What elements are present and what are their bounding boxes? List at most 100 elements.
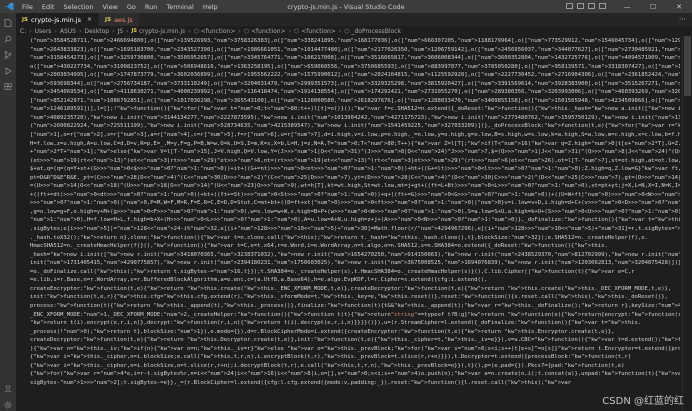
function-icon: ⬡: [294, 27, 300, 35]
code-line[interactable]: createDecryptor:"kw">function(t,e){"kw">…: [30, 336, 680, 345]
code-line[interactable]: "num">2643833823],o(["num">1695183700,"n…: [30, 46, 680, 55]
code-line[interactable]: process:"kw">function(t){"kw">return "kw…: [30, 302, 680, 311]
code-line[interactable]: +"num">2*T+"num">1];"kw">else{"kw">var V…: [30, 148, 680, 157]
code-line[interactable]: "kw">return t(i).encrypt(e,r,i,n)},decry…: [30, 319, 680, 328]
tab-aes[interactable]: JS aes.js: [99, 13, 140, 26]
extensions-icon[interactable]: [4, 83, 12, 91]
maximize-button[interactable]: ☐: [640, 0, 666, 13]
manage-gear-icon[interactable]: [4, 401, 12, 409]
tab-label: aes.js: [114, 15, 133, 24]
chevron-right-icon: ›: [238, 27, 241, 35]
code-line[interactable]: H=f.low,z=u.high,A=u.low,C=d,D=v,R=p,E=_…: [30, 140, 680, 149]
source-control-icon[interactable]: [4, 51, 12, 59]
account-icon[interactable]: [4, 385, 12, 393]
tab-label: crypto-js.min.js: [31, 15, 82, 24]
activity-bar: [0, 13, 16, 411]
run-debug-icon[interactable]: [4, 67, 12, 75]
breadcrumb-item[interactable]: <function>: [301, 28, 336, 35]
explorer-icon[interactable]: [4, 19, 12, 27]
editor-actions: ⋯: [679, 15, 686, 23]
code-line[interactable]: "num">3454069534],o(["num">4118630271,"n…: [30, 88, 680, 97]
vertical-scrollbar[interactable]: [682, 36, 692, 411]
code-line[interactable]: "num">3158454273],o(["num">3259730800,"n…: [30, 54, 680, 63]
javascript-file-icon: JS: [105, 16, 112, 23]
code-line[interactable]: =(U>>>"num">14|O<<"num">18)^(U>>>"num">1…: [30, 182, 680, 191]
breadcrumb-item[interactable]: crypto-js.min.js: [139, 28, 185, 35]
minimize-button[interactable]: —: [614, 0, 640, 13]
javascript-file-icon: JS: [131, 28, 137, 34]
editor-tab-bar: JS crypto-js.min.js × JS aes.js ⋯: [16, 13, 692, 26]
chevron-right-icon: ›: [29, 27, 32, 35]
chevron-right-icon: ›: [78, 27, 82, 35]
breadcrumb-item[interactable]: Desktop: [84, 28, 109, 35]
close-window-button[interactable]: ✕: [666, 0, 692, 13]
code-line[interactable]: {"kw">for("kw">var r="num">4*e,i=r-t.sig…: [30, 370, 680, 379]
breadcrumb-item[interactable]: JS: [118, 28, 124, 35]
code-line[interactable]: (et>>>"num">19|rt<<"num">13)^(et<<"num">…: [30, 157, 680, 166]
code-line[interactable]: createEncryptor:"kw">function(t,e){"kw">…: [30, 285, 680, 294]
chevron-right-icon: ›: [54, 27, 57, 35]
code-line[interactable]: _process(!"num">0);"kw">return t},blockS…: [30, 328, 680, 337]
code-line[interactable]: init:"kw">function(t,e,r){"kw">this.cfg=…: [30, 293, 680, 302]
code-line[interactable]: +((ft+=dt)>>>"num">0<dt>>>"num">0?"num">…: [30, 191, 680, 200]
code-line[interactable]: ){"kw">var n="kw">this._iv;"kw">if(n){"k…: [30, 345, 680, 354]
code-line[interactable]: ["num">852142971,"num">1086792851],o(["n…: [30, 97, 680, 106]
code-line[interactable]: ["num">1],o=r["num">2],s=r["num">3],a=r[…: [30, 131, 680, 140]
code-line[interactable]: .sigBytes;e[i>>>"num">5]|="num">128<<"nu…: [30, 225, 680, 234]
toggle-sidebar-icon[interactable]: [566, 3, 573, 9]
toggle-panel-icon[interactable]: [577, 3, 584, 9]
watermark: CSDN @红蓝的红: [602, 396, 684, 407]
code-line[interactable]: o(["num">430227734,"num">3100823752],o([…: [30, 63, 680, 72]
scrollbar-thumb[interactable]: [684, 36, 691, 96]
code-line[interactable]: =o._doFinalize.call("kw">this);"kw">retu…: [30, 268, 680, 277]
breadcrumb-item[interactable]: <function>: [251, 28, 286, 35]
code-content[interactable]: ("num">3584528711,"num">2466694800],o(["…: [30, 37, 680, 387]
method-icon: ⬡: [344, 27, 350, 35]
code-line[interactable]: _hash="kw">new i.init(["kw">new r.init("…: [30, 251, 680, 260]
breadcrumb-item[interactable]: C:: [20, 28, 26, 35]
chevron-right-icon: ›: [126, 27, 129, 35]
breadcrumb: C: › Users › ASUS › Desktop › JS › JS crypto-j…: [16, 26, 692, 36]
code-line[interactable]: "num">1:"num">0),H=f.low=H+L,f.high=b+X+…: [30, 216, 680, 225]
title-bar: File Edit Selection View Go Run Terminal…: [0, 0, 692, 13]
window-controls: — ☐ ✕: [614, 0, 692, 13]
function-icon: ⬡: [193, 27, 199, 35]
tab-crypto-js-min[interactable]: JS crypto-js.min.js ×: [16, 13, 100, 26]
code-line[interactable]: sigBytes-"num">1>>>"num">2];t.sigBytes-=…: [30, 379, 680, 388]
breadcrumb-item[interactable]: _doProcessBlock: [351, 28, 400, 35]
code-line[interactable]: $+at,q=(q=(q=Y+st+(G>>>"num">0<$>>>"num"…: [30, 165, 680, 174]
code-line[interactable]: {"kw">var i="kw">this._cipher,n=i.blockS…: [30, 362, 680, 371]
code-line[interactable]: ("num">2600822924,"num">725511199),"kw">…: [30, 122, 680, 131]
code-line[interactable]: pt=D&R^D&E^R&E,_pt=(C>>>"num">28|D<<"num…: [30, 174, 680, 183]
chevron-right-icon: ›: [288, 27, 291, 35]
more-actions-icon[interactable]: ⋯: [679, 15, 686, 23]
search-icon[interactable]: [4, 35, 12, 43]
code-line[interactable]: {"kw">var i="kw">this._cipher,n=i.blockS…: [30, 353, 680, 362]
code-line[interactable]: "num">4089235720),"kw">new i.init("num">…: [30, 114, 680, 123]
code-line[interactable]: ("num">3584528711,"num">2466694800],o(["…: [30, 37, 680, 46]
code-line[interactable]: "num">2003034995],o(["num">1747873779,"n…: [30, 71, 680, 80]
code-line[interactable]: ,g=o.low=g+F,o.high=y+M+(g>>>"num">0<F>>…: [30, 208, 680, 217]
function-icon: ⬡: [243, 27, 250, 35]
breadcrumb-item[interactable]: <function>: [201, 28, 236, 35]
breadcrumb-item[interactable]: Users: [35, 28, 52, 35]
editor-gutter: [16, 36, 26, 411]
close-tab-icon[interactable]: ×: [87, 16, 92, 23]
code-line[interactable]: ._hash.toX32();"kw">return n},clone:"kw"…: [30, 234, 680, 243]
breadcrumb-item[interactable]: ASUS: [60, 28, 76, 35]
javascript-file-icon: JS: [22, 16, 29, 23]
chevron-right-icon: ›: [338, 27, 342, 35]
code-line[interactable]: HmacSHA512=n._createHmacHelper(f)}(),"kw…: [30, 242, 680, 251]
code-line[interactable]: init("num">1731405415,"num">4290775857),…: [30, 259, 680, 268]
customize-layout-icon[interactable]: [599, 3, 606, 9]
code-line[interactable]: _ENC_XFORM_MODE:"num">1,_DEC_XFORM_MODE:…: [30, 311, 680, 320]
code-line[interactable]: "num">593698344],o(["num">2756734187,"nu…: [30, 80, 680, 89]
code-line[interactable]: >>>"num">0?"num">1:"num">0)|"num">0,P=M,…: [30, 199, 680, 208]
layout-controls: [566, 3, 606, 9]
code-editor[interactable]: ("num">3584528711,"num">2466694800],o(["…: [16, 36, 682, 411]
code-line[interactable]: =e.lib,i=r.Base,n=r.WordArray,s=r.Buffer…: [30, 276, 680, 285]
toggle-secondary-sidebar-icon[interactable]: [588, 3, 595, 9]
chevron-right-icon: ›: [188, 27, 191, 35]
chevron-right-icon: ›: [112, 27, 115, 35]
code-line[interactable]: "num">1246189591])],l=[];!"kw">function(…: [30, 105, 680, 114]
